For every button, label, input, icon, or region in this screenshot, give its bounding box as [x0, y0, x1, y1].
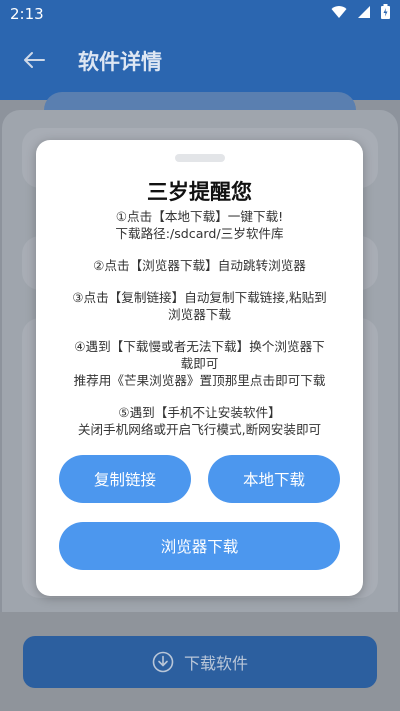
dialog-title: 三岁提醒您 [147, 180, 252, 204]
status-bar: 2:13 [0, 0, 400, 28]
instruction-line: ④遇到【下载慢或者无法下载】换个浏览器下 [74, 339, 325, 354]
wifi-icon [331, 5, 347, 18]
page-title: 软件详情 [78, 50, 162, 74]
instruction-paragraph: ②点击【浏览器下载】自动跳转浏览器 [50, 257, 349, 274]
download-software-label: 下载软件 [183, 654, 248, 673]
signal-icon [358, 5, 370, 18]
status-icons [331, 4, 390, 19]
instruction-line: ②点击【浏览器下载】自动跳转浏览器 [93, 258, 306, 273]
back-button[interactable] [18, 46, 50, 74]
instruction-line: 浏览器下载 [168, 307, 231, 322]
instruction-paragraph: ①点击【本地下载】一键下载! 下载路径:/sdcard/三岁软件库 [50, 208, 349, 242]
arrow-left-icon [24, 52, 45, 68]
instruction-paragraph: ⑤遇到【手机不让安装软件】 关闭手机网络或开启飞行模式,断网安装即可 [50, 404, 349, 438]
dialog-body: ①点击【本地下载】一键下载! 下载路径:/sdcard/三岁软件库 ②点击【浏览… [50, 208, 349, 453]
instruction-line: 关闭手机网络或开启飞行模式,断网安装即可 [77, 422, 322, 437]
battery-icon [381, 4, 390, 19]
instruction-paragraph: ③点击【复制链接】自动复制下载链接,粘贴到 浏览器下载 [50, 289, 349, 323]
instruction-line: ①点击【本地下载】一键下载! [115, 209, 284, 224]
local-download-button[interactable]: 本地下载 [208, 455, 340, 503]
instruction-line: ⑤遇到【手机不让安装软件】 [118, 405, 281, 420]
download-software-button[interactable]: 下载软件 [23, 636, 377, 688]
reminder-dialog: 三岁提醒您 ①点击【本地下载】一键下载! 下载路径:/sdcard/三岁软件库 … [36, 140, 363, 596]
status-time: 2:13 [10, 5, 44, 23]
instruction-line: ③点击【复制链接】自动复制下载链接,粘贴到 [72, 290, 327, 305]
copy-link-button[interactable]: 复制链接 [59, 455, 191, 503]
instruction-paragraph: ④遇到【下载慢或者无法下载】换个浏览器下 载即可 推荐用《芒果浏览器》置顶那里点… [50, 338, 349, 389]
drag-handle[interactable] [175, 154, 225, 162]
download-icon [152, 651, 174, 673]
browser-download-button[interactable]: 浏览器下载 [59, 522, 340, 570]
instruction-line: 载即可 [180, 356, 219, 371]
instruction-line: 下载路径:/sdcard/三岁软件库 [115, 226, 284, 241]
instruction-line: 推荐用《芒果浏览器》置顶那里点击即可下载 [73, 373, 326, 388]
